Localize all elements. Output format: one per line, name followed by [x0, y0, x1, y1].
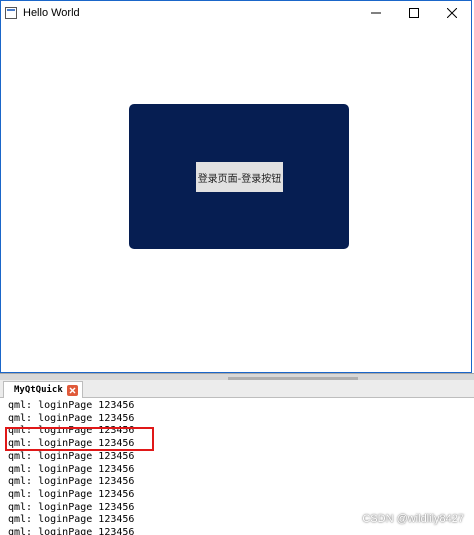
log-line: qml: loginPage 123456	[8, 488, 135, 500]
log-line: qml: loginPage 123456	[8, 400, 135, 411]
close-button[interactable]	[433, 1, 471, 24]
close-icon	[447, 7, 457, 18]
log-line: qml: loginPage 123456	[8, 450, 135, 462]
highlight-annotation	[5, 427, 154, 451]
qt-app-icon	[5, 6, 17, 19]
log-line: qml: loginPage 123456	[8, 514, 135, 526]
login-button[interactable]: 登录页面-登录按钮	[196, 162, 283, 192]
tab-myqtquick[interactable]: MyQtQuick	[3, 381, 83, 398]
window-titlebar[interactable]: Hello World	[1, 1, 471, 24]
tab-close-icon[interactable]	[66, 384, 78, 396]
log-line: qml: loginPage 123456	[8, 527, 135, 535]
maximize-icon	[409, 7, 419, 18]
maximize-button[interactable]	[395, 1, 433, 24]
minimize-button[interactable]	[357, 1, 395, 24]
tab-label: MyQtQuick	[14, 385, 63, 395]
log-line: qml: loginPage 123456	[8, 412, 135, 424]
csdn-watermark: CSDN @wildlily8427	[362, 513, 464, 525]
window-controls	[357, 1, 471, 24]
hello-world-window: Hello World 登录页面-登录按钮	[0, 0, 472, 373]
login-panel: 登录页面-登录按钮	[129, 104, 349, 249]
log-line: qml: loginPage 123456	[8, 501, 135, 513]
output-tabbar: MyQtQuick	[0, 380, 474, 398]
window-title: Hello World	[23, 6, 80, 19]
ide-scrollbar[interactable]	[0, 373, 474, 380]
log-line: qml: loginPage 123456	[8, 463, 135, 475]
minimize-icon	[371, 12, 381, 13]
log-line: qml: loginPage 123456	[8, 476, 135, 488]
